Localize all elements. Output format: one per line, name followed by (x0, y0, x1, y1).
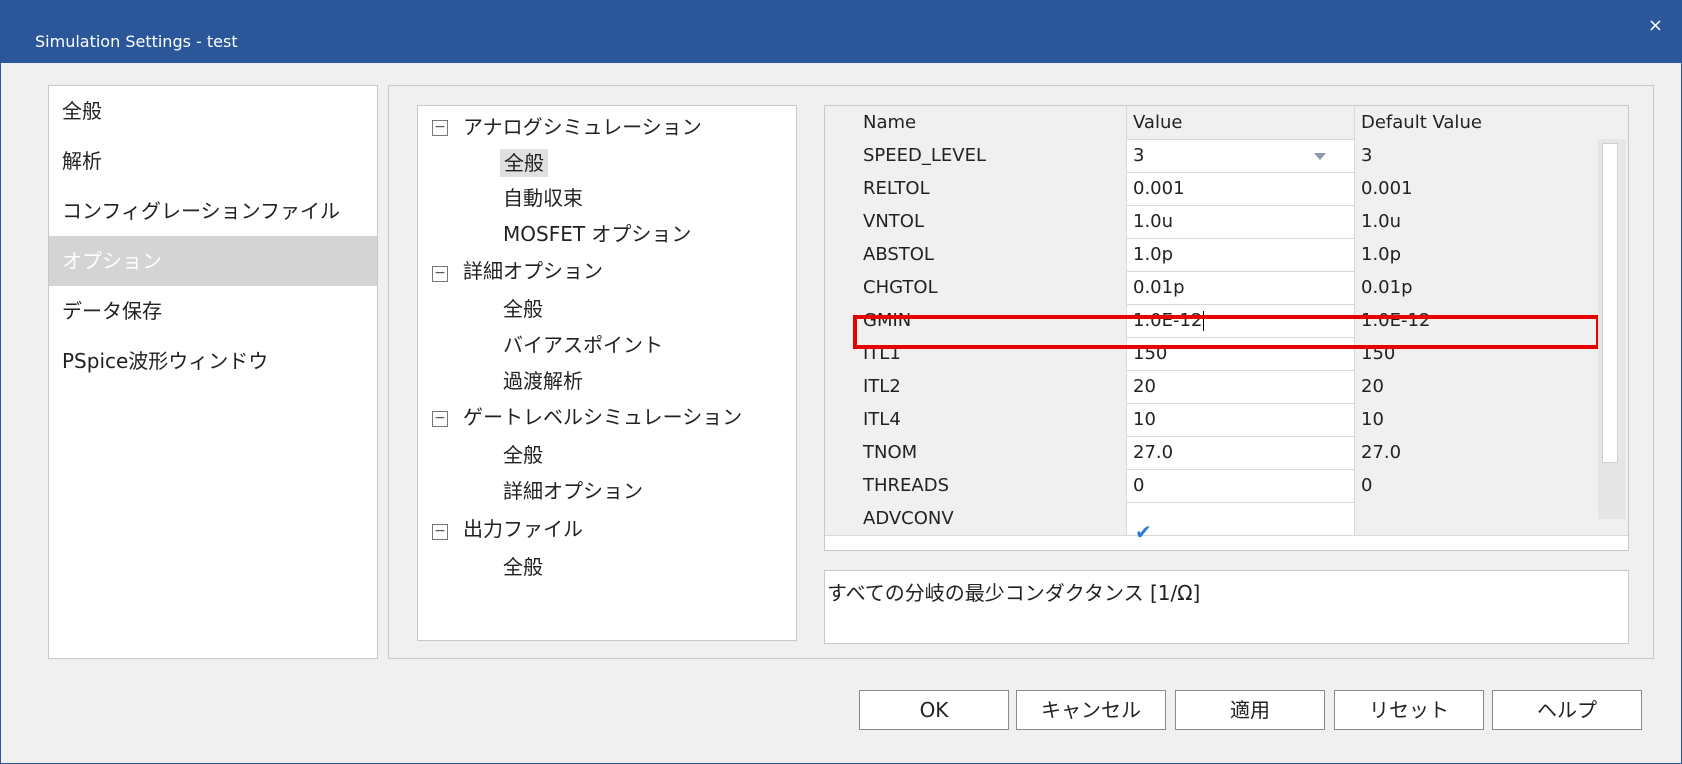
apply-button[interactable]: 適用 (1175, 690, 1325, 730)
collapse-icon[interactable]: − (432, 524, 448, 540)
option-name: CHGTOL (825, 271, 1127, 304)
option-default: 0 (1355, 469, 1628, 502)
checkmark-icon[interactable]: ✔ (1135, 522, 1155, 542)
settings-dialog: Simulation Settings - test × 全般 解析 コンフィグ… (0, 0, 1682, 764)
tree-node-bias-point[interactable]: バイアスポイント (503, 329, 663, 358)
option-value-checkbox[interactable] (1127, 502, 1355, 535)
collapse-icon[interactable]: − (432, 266, 448, 282)
option-default: 10 (1355, 403, 1628, 436)
table-row[interactable]: ITL2 20 20 (825, 370, 1628, 404)
cancel-button[interactable]: キャンセル (1016, 690, 1166, 730)
tree-node-gate-level-simulation[interactable]: ゲートレベルシミュレーション (463, 401, 742, 430)
option-name: RELTOL (825, 172, 1127, 205)
tree-node-output-general[interactable]: 全般 (503, 551, 543, 580)
option-value[interactable]: 0 (1127, 469, 1355, 502)
option-name: ADVCONV (825, 502, 1127, 535)
option-default (1355, 502, 1628, 535)
tree-node-advanced-options[interactable]: 詳細オプション (463, 255, 603, 284)
sidebar-item-probe-window[interactable]: PSpice波形ウィンドウ (49, 336, 377, 386)
table-row[interactable]: ITL4 10 10 (825, 403, 1628, 437)
grid-scrollbar-thumb[interactable] (1602, 143, 1618, 463)
title-bar: Simulation Settings - test × (1, 1, 1681, 63)
option-default: 1.0p (1355, 238, 1628, 271)
option-value[interactable]: 1.0p (1127, 238, 1355, 271)
sidebar-item-data-collection[interactable]: データ保存 (49, 286, 377, 336)
header-value[interactable]: Value (1127, 106, 1355, 139)
header-default-value[interactable]: Default Value (1355, 106, 1628, 139)
option-value[interactable]: 0.01p (1127, 271, 1355, 304)
option-default: 1.0u (1355, 205, 1628, 238)
dropdown-arrow-icon[interactable] (1314, 153, 1326, 160)
gmin-highlight-box (853, 315, 1600, 349)
option-value[interactable]: 1.0u (1127, 205, 1355, 238)
collapse-icon[interactable]: − (432, 120, 448, 136)
table-row[interactable]: RELTOL 0.001 0.001 (825, 172, 1628, 206)
option-name: TNOM (825, 436, 1127, 469)
options-tree: − アナログシミュレーション 全般 自動収束 MOSFET オプション − 詳細… (417, 105, 797, 641)
option-description: すべての分岐の最少コンダクタンス [1/Ω] (824, 570, 1629, 644)
option-name: ABSTOL (825, 238, 1127, 271)
tree-node-gate-advanced[interactable]: 詳細オプション (503, 475, 643, 504)
close-icon[interactable]: × (1648, 15, 1663, 36)
option-default: 0.01p (1355, 271, 1628, 304)
sidebar-item-configuration-files[interactable]: コンフィグレーションファイル (49, 186, 377, 236)
option-name: ITL2 (825, 370, 1127, 403)
help-button[interactable]: ヘルプ (1492, 690, 1642, 730)
sidebar-item-options[interactable]: オプション (49, 236, 377, 286)
sidebar-item-analysis[interactable]: 解析 (49, 136, 377, 186)
option-value[interactable]: 0.001 (1127, 172, 1355, 205)
reset-button[interactable]: リセット (1334, 690, 1484, 730)
ok-button[interactable]: OK (859, 690, 1009, 730)
table-row[interactable]: CHGTOL 0.01p 0.01p (825, 271, 1628, 305)
tree-node-gate-general[interactable]: 全般 (503, 439, 543, 468)
category-sidebar: 全般 解析 コンフィグレーションファイル オプション データ保存 PSpice波… (48, 85, 378, 659)
tree-node-advanced-general[interactable]: 全般 (503, 293, 543, 322)
tree-node-label: 全般 (500, 149, 548, 177)
tree-node-output-file[interactable]: 出力ファイル (463, 513, 583, 542)
table-row[interactable]: TNOM 27.0 27.0 (825, 436, 1628, 470)
option-name: THREADS (825, 469, 1127, 502)
table-row[interactable]: VNTOL 1.0u 1.0u (825, 205, 1628, 239)
grid-header: Name Value Default Value (825, 106, 1628, 140)
option-default: 0.001 (1355, 172, 1628, 205)
option-value[interactable]: 10 (1127, 403, 1355, 436)
header-name[interactable]: Name (825, 106, 1127, 139)
table-row[interactable]: ADVCONV (825, 502, 1628, 536)
tree-node-auto-converge[interactable]: 自動収束 (503, 182, 583, 211)
sidebar-item-general[interactable]: 全般 (49, 86, 377, 136)
option-default: 20 (1355, 370, 1628, 403)
option-default: 3 (1355, 139, 1628, 172)
option-default: 27.0 (1355, 436, 1628, 469)
tree-node-transient[interactable]: 過渡解析 (503, 365, 583, 394)
tree-node-analog-general[interactable]: 全般 (500, 147, 548, 177)
table-row[interactable]: THREADS 0 0 (825, 469, 1628, 503)
option-name: SPEED_LEVEL (825, 139, 1127, 172)
option-value[interactable]: 20 (1127, 370, 1355, 403)
option-name: VNTOL (825, 205, 1127, 238)
option-value[interactable]: 27.0 (1127, 436, 1355, 469)
tree-node-mosfet-options[interactable]: MOSFET オプション (503, 218, 691, 247)
tree-node-analog-simulation[interactable]: アナログシミュレーション (463, 111, 702, 140)
table-row[interactable]: ABSTOL 1.0p 1.0p (825, 238, 1628, 272)
table-row[interactable]: SPEED_LEVEL 3 3 (825, 139, 1628, 173)
option-name: ITL4 (825, 403, 1127, 436)
collapse-icon[interactable]: − (432, 411, 448, 427)
window-title: Simulation Settings - test (35, 32, 238, 51)
